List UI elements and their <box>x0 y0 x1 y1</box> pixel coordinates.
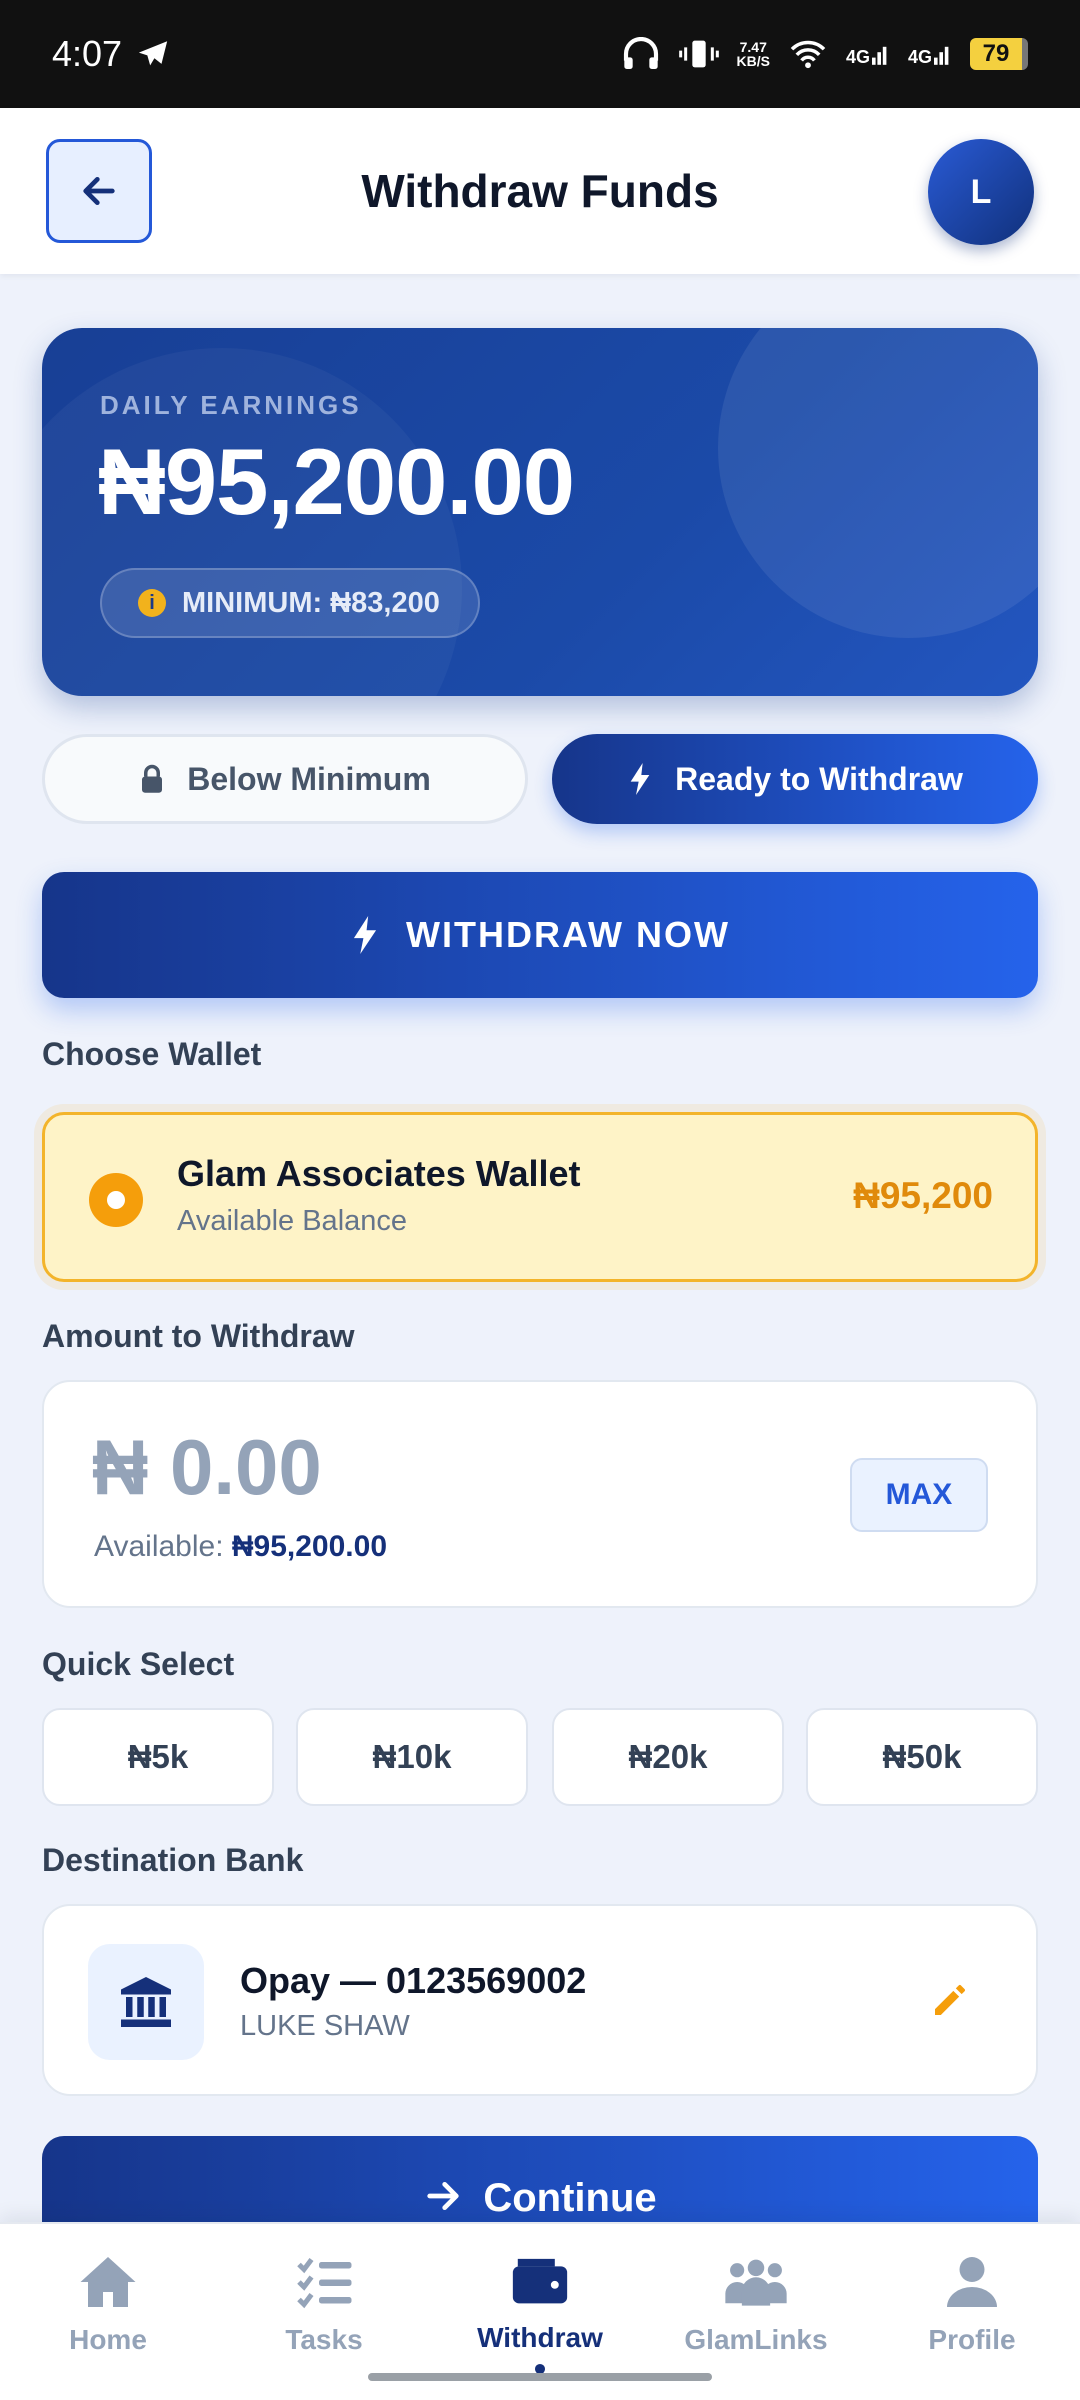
lock-icon <box>142 764 163 793</box>
nav-label-glamlinks: GlamLinks <box>684 2324 828 2355</box>
bank-icon <box>88 1944 204 2060</box>
destination-bank-heading: Destination Bank <box>42 1842 304 1878</box>
withdraw-now-label: WITHDRAW NOW <box>406 914 730 955</box>
continue-label: Continue <box>483 2176 657 2220</box>
ready-to-withdraw-toggle[interactable]: Ready to Withdraw <box>552 734 1038 824</box>
decor-circle <box>718 328 1038 638</box>
choose-wallet-heading: Choose Wallet <box>42 1036 262 1072</box>
nav-label-profile: Profile <box>928 2324 1016 2355</box>
info-icon: i <box>138 589 166 617</box>
home-indicator[interactable] <box>368 2373 712 2381</box>
amount-heading: Amount to Withdraw <box>42 1318 355 1354</box>
earnings-label: DAILY EARNINGS <box>100 390 362 420</box>
nav-item-tasks[interactable]: Tasks <box>224 2254 424 2374</box>
nav-item-withdraw[interactable]: Withdraw <box>440 2254 640 2374</box>
signal-bars-icon <box>871 46 887 65</box>
network-speed: 7.47 KB/S <box>736 39 770 69</box>
avatar[interactable]: L <box>928 139 1034 245</box>
withdraw-now-button[interactable]: WITHDRAW NOW <box>42 872 1038 998</box>
bolt-icon <box>353 916 377 954</box>
bank-account-holder: LUKE SHAW <box>240 2010 410 2042</box>
minimum-badge: i MINIMUM: ₦83,200 <box>100 568 480 638</box>
tasks-icon <box>297 2258 352 2309</box>
quick-select-heading: Quick Select <box>42 1646 235 1682</box>
minimum-text: MINIMUM: ₦83,200 <box>182 586 440 619</box>
quick-select-5k[interactable]: ₦5k <box>42 1708 274 1806</box>
people-icon <box>725 2259 787 2306</box>
wallet-name: Glam Associates Wallet <box>177 1153 581 1194</box>
home-icon <box>80 2257 136 2307</box>
available-balance-text: Available: ₦95,200.00 <box>94 1530 388 1563</box>
arrow-right-icon <box>427 2182 460 2210</box>
wifi-icon <box>790 40 826 69</box>
bank-building-icon <box>121 1977 171 2027</box>
signal-1: 4G <box>846 43 890 66</box>
battery-indicator: 79 <box>970 38 1028 70</box>
telegram-icon <box>138 41 168 66</box>
status-time: 4:07 <box>52 33 123 74</box>
status-bar: 4:07 7.47 KB/S 4G 4G 79 <box>0 0 1080 108</box>
page-title: Withdraw Funds <box>361 165 719 217</box>
nav-item-glamlinks[interactable]: GlamLinks <box>656 2254 856 2374</box>
wallet-radio[interactable] <box>89 1173 143 1227</box>
earnings-card: DAILY EARNINGS ₦95,200.00 i MINIMUM: ₦83… <box>42 328 1038 696</box>
signal-2: 4G <box>908 43 952 66</box>
nav-item-profile[interactable]: Profile <box>872 2254 1072 2374</box>
vibrate-icon <box>678 40 719 68</box>
edit-icon[interactable] <box>930 1980 970 2020</box>
amount-input-card[interactable]: ₦ 0.00 Available: ₦95,200.00 MAX <box>42 1380 1038 1608</box>
nav-item-home[interactable]: Home <box>8 2254 208 2374</box>
nav-label-withdraw: Withdraw <box>477 2322 603 2354</box>
available-balance-value: ₦95,200.00 <box>231 1530 388 1563</box>
bank-card[interactable]: Opay — 0123569002 LUKE SHAW <box>42 1904 1038 2096</box>
quick-select-50k[interactable]: ₦50k <box>806 1708 1038 1806</box>
back-button[interactable] <box>46 139 152 243</box>
wallet-subtitle: Available Balance <box>177 1205 408 1237</box>
amount-input[interactable]: ₦ 0.00 <box>92 1422 322 1513</box>
bank-account-name: Opay — 0123569002 <box>240 1960 587 2001</box>
ready-label: Ready to Withdraw <box>675 760 963 797</box>
wallet-balance: ₦95,200 <box>853 1175 993 1216</box>
nav-label-tasks: Tasks <box>285 2324 363 2355</box>
arrow-left-icon <box>83 177 115 205</box>
profile-icon <box>947 2257 997 2307</box>
quick-select-10k[interactable]: ₦10k <box>296 1708 528 1806</box>
quick-select-20k[interactable]: ₦20k <box>552 1708 784 1806</box>
status-icons: 7.47 KB/S 4G 4G 79 <box>621 37 1028 71</box>
earnings-amount: ₦95,200.00 <box>98 429 575 534</box>
nav-label-home: Home <box>69 2324 147 2355</box>
below-minimum-label: Below Minimum <box>187 760 431 797</box>
app-header: Withdraw Funds L <box>0 108 1080 274</box>
max-button[interactable]: MAX <box>850 1458 988 1532</box>
signal-bars-icon <box>934 46 949 65</box>
wallet-option[interactable]: Glam Associates Wallet Available Balance… <box>42 1112 1038 1282</box>
below-minimum-toggle[interactable]: Below Minimum <box>42 734 528 824</box>
bolt-icon <box>630 763 650 795</box>
wallet-icon <box>512 2258 568 2304</box>
status-time-group: 4:07 <box>52 33 170 75</box>
headphones-icon <box>623 37 658 69</box>
